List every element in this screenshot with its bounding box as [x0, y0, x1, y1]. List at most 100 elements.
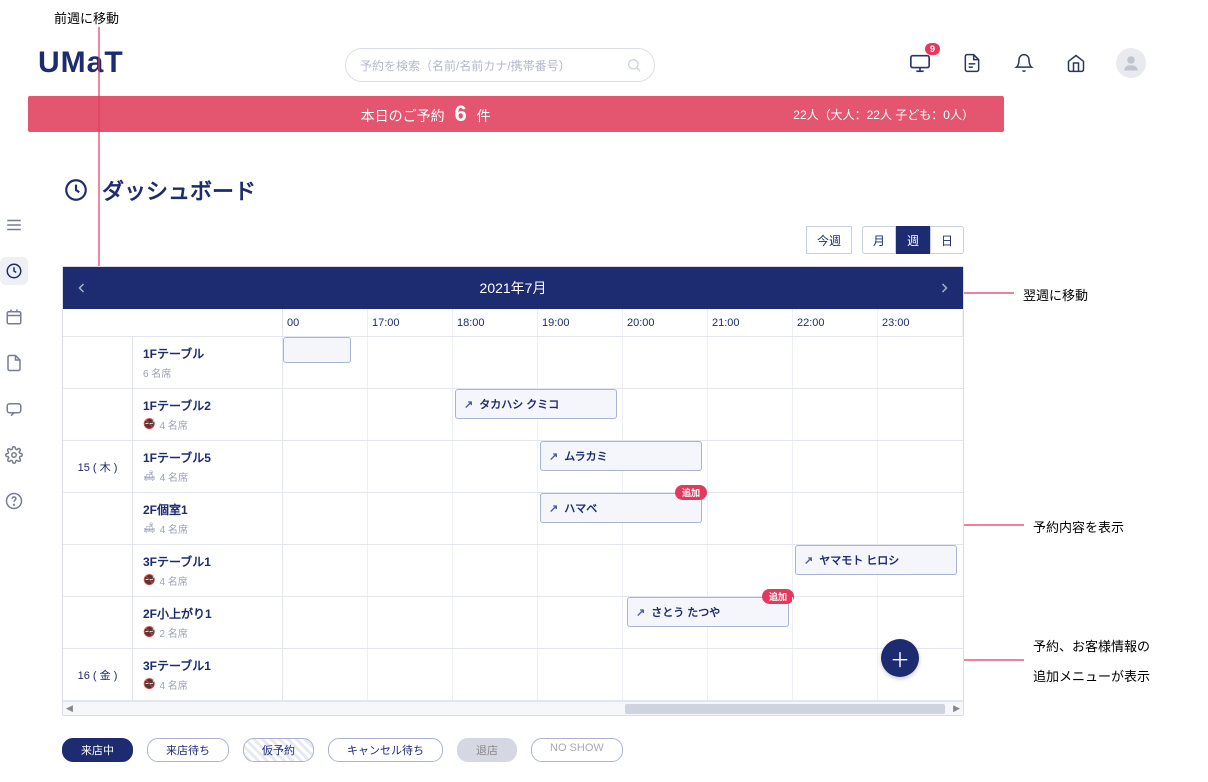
scroll-thumb[interactable]: [625, 704, 945, 714]
grid-cell[interactable]: [453, 545, 538, 596]
grid-cell[interactable]: [368, 545, 453, 596]
table-cell[interactable]: 1Fテーブル 6 名席: [133, 337, 283, 388]
grid-cell[interactable]: ↗ タカハシ クミコ: [453, 389, 538, 440]
table-cell[interactable]: 3Fテーブル1 🚭4 名席: [133, 649, 283, 700]
table-cell[interactable]: 2F個室1 🛋4 名席: [133, 493, 283, 544]
legend-waiting[interactable]: 来店待ち: [147, 738, 229, 762]
sofa-icon: 🛋: [143, 471, 156, 482]
grid-cell[interactable]: [623, 545, 708, 596]
grid-cell[interactable]: [368, 441, 453, 492]
table-row: 2F小上がり1 🚭2 名席 ↗ さとう たつや 追加: [63, 597, 963, 649]
grid-cell[interactable]: [878, 545, 963, 596]
search-input[interactable]: 予約を検索（名前/名前カナ/携帯番号）: [345, 48, 655, 82]
grid-cell[interactable]: [453, 493, 538, 544]
segment-week[interactable]: 週: [896, 226, 930, 254]
table-name: 1Fテーブル5: [143, 449, 272, 466]
grid-cell[interactable]: [623, 493, 708, 544]
grid-cell[interactable]: [283, 389, 368, 440]
monitor-icon[interactable]: 9: [908, 51, 932, 75]
scroll-left-icon[interactable]: ◀: [66, 703, 73, 714]
external-link-icon: ↗: [804, 554, 813, 567]
grid-cell[interactable]: [368, 649, 453, 700]
horizontal-scrollbar[interactable]: ◀ ▶: [63, 701, 963, 715]
grid-cell[interactable]: [368, 597, 453, 648]
file-icon[interactable]: [0, 349, 28, 377]
legend-noshow[interactable]: NO SHOW: [531, 738, 623, 762]
grid-cell[interactable]: [623, 337, 708, 388]
grid-cell[interactable]: [708, 441, 793, 492]
grid-cell[interactable]: [538, 337, 623, 388]
grid-cell[interactable]: [793, 389, 878, 440]
grid-cell[interactable]: ↗ ハマベ 追加: [538, 493, 623, 544]
fab-add-button[interactable]: ＋: [881, 639, 919, 677]
home-icon[interactable]: [1064, 51, 1088, 75]
grid-cell[interactable]: [283, 545, 368, 596]
grid-cell[interactable]: [283, 649, 368, 700]
grid-cell[interactable]: [368, 337, 453, 388]
menu-icon[interactable]: [0, 211, 28, 239]
grid-cell[interactable]: [878, 441, 963, 492]
document-icon[interactable]: [960, 51, 984, 75]
segment-month[interactable]: 月: [862, 226, 896, 254]
scroll-right-icon[interactable]: ▶: [953, 703, 960, 714]
grid-cell[interactable]: [793, 337, 878, 388]
this-week-button[interactable]: 今週: [806, 226, 852, 254]
grid-cell[interactable]: [708, 493, 793, 544]
grid-cell[interactable]: ↗ さとう たつや 追加: [623, 597, 708, 648]
grid-cell[interactable]: [708, 649, 793, 700]
grid-cell[interactable]: ↗ ムラカミ: [538, 441, 623, 492]
table-row: 1Fテーブル2 🚭4 名席 ↗ タカハシ クミコ: [63, 389, 963, 441]
grid-cell[interactable]: [453, 441, 538, 492]
segment-day[interactable]: 日: [930, 226, 964, 254]
grid-cell[interactable]: [368, 389, 453, 440]
grid-cell[interactable]: [538, 597, 623, 648]
grid-cell[interactable]: [708, 597, 793, 648]
grid-cell[interactable]: [453, 649, 538, 700]
grid-cell[interactable]: [878, 389, 963, 440]
time-col-1: 17:00: [368, 309, 453, 336]
legend-tentative[interactable]: 仮予約: [243, 738, 314, 762]
gear-icon[interactable]: [0, 441, 28, 469]
grid-cell[interactable]: [283, 597, 368, 648]
banner-right: 22人（大人：22人 子ども：0人）: [793, 106, 974, 123]
grid-cell[interactable]: [538, 649, 623, 700]
grid-cell[interactable]: [538, 389, 623, 440]
chat-icon[interactable]: [0, 395, 28, 423]
help-icon[interactable]: [0, 487, 28, 515]
table-cell[interactable]: 1Fテーブル2 🚭4 名席: [133, 389, 283, 440]
table-cell[interactable]: 2F小上がり1 🚭2 名席: [133, 597, 283, 648]
grid-cell[interactable]: [623, 649, 708, 700]
table-cell[interactable]: 3Fテーブル1 🚭4 名席: [133, 545, 283, 596]
avatar[interactable]: [1116, 48, 1146, 78]
grid-cell[interactable]: [793, 649, 878, 700]
grid-cell[interactable]: [878, 337, 963, 388]
dashboard-icon[interactable]: [0, 257, 28, 285]
reservation-block-empty[interactable]: [283, 337, 351, 363]
grid-cell[interactable]: [368, 493, 453, 544]
grid-cell[interactable]: [453, 337, 538, 388]
grid-cell[interactable]: [283, 441, 368, 492]
grid-cell[interactable]: [708, 337, 793, 388]
time-col-5: 21:00: [708, 309, 793, 336]
grid-cell[interactable]: [793, 597, 878, 648]
grid-cell[interactable]: [623, 389, 708, 440]
prev-week-button[interactable]: [63, 267, 101, 309]
grid-cell[interactable]: [283, 337, 368, 388]
legend-cancel-wait[interactable]: キャンセル待ち: [328, 738, 443, 762]
bell-icon[interactable]: [1012, 51, 1036, 75]
grid-cell[interactable]: [708, 389, 793, 440]
day-cell-thu-5: [63, 545, 133, 596]
grid-cell[interactable]: [283, 493, 368, 544]
grid-cell[interactable]: [538, 545, 623, 596]
calendar-icon[interactable]: [0, 303, 28, 331]
grid-cell[interactable]: ↗ ヤマモト ヒロシ: [793, 545, 878, 596]
next-week-button[interactable]: [925, 267, 963, 309]
grid-cell[interactable]: [793, 493, 878, 544]
grid-cell[interactable]: [453, 597, 538, 648]
grid-cell[interactable]: [878, 493, 963, 544]
banner-center: 本日のご予約 6 件: [58, 101, 793, 127]
table-cell[interactable]: 1Fテーブル5 🛋4 名席: [133, 441, 283, 492]
legend-instore[interactable]: 来店中: [62, 738, 133, 762]
grid-cell[interactable]: [793, 441, 878, 492]
legend-left[interactable]: 退店: [457, 738, 517, 762]
